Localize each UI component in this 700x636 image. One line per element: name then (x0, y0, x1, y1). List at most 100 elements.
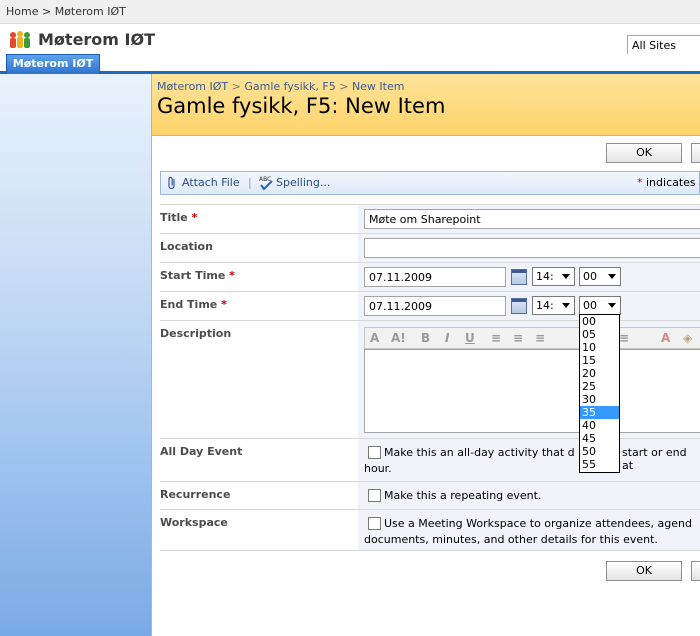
minute-option[interactable]: 50 (580, 445, 619, 458)
global-breadcrumb: Home > Møterom IØT (6, 5, 126, 18)
form-row-recurrence: Recurrence Make this a repeating event. (160, 481, 700, 509)
minute-option[interactable]: 40 (580, 419, 619, 432)
minute-option[interactable]: 20 (580, 367, 619, 380)
toolbar-divider: | (248, 176, 252, 189)
chevron-down-icon (562, 303, 570, 308)
site-people-icon (10, 31, 30, 48)
title-value-cell: Møte om Sharepoint (358, 205, 700, 233)
start-date-input[interactable]: 07.11.2009 (364, 267, 506, 287)
page-breadcrumb-current: New Item (351, 80, 405, 93)
chevron-down-icon (562, 274, 570, 279)
all-day-text-line1: Make this an all-day activity that d (384, 446, 575, 459)
bold-icon[interactable]: B (421, 331, 430, 345)
minute-option[interactable]: 45 (580, 432, 619, 445)
page-breadcrumb: Møterom IØT > Gamle fysikk, F5 > New Ite… (157, 80, 404, 93)
title-input[interactable]: Møte om Sharepoint (364, 209, 700, 229)
start-hour-select[interactable]: 14: (532, 267, 575, 286)
start-date-calendar-icon[interactable] (511, 269, 527, 285)
minute-option[interactable]: 25 (580, 380, 619, 393)
required-star: * (637, 176, 643, 189)
tab-moterom[interactable]: Møterom IØT (6, 54, 100, 74)
workspace-text-line1: Use a Meeting Workspace to organize atte… (384, 517, 692, 530)
align-left-icon[interactable]: ≡ (491, 331, 501, 345)
background-color-icon[interactable]: ◈ (683, 331, 692, 345)
end-minute-select[interactable]: 00 (579, 296, 621, 315)
form-row-title: Title * Møte om Sharepoint (160, 204, 700, 233)
site-title[interactable]: Møterom IØT (38, 30, 155, 49)
chevron-down-icon (608, 274, 616, 279)
recurrence-text: Make this a repeating event. (384, 489, 542, 502)
form-toolbar: Attach File | ABC Spelling... * indicate… (160, 171, 700, 195)
spelling-icon: ABC (259, 176, 273, 191)
spelling-button[interactable]: Spelling... (276, 176, 330, 189)
minute-option[interactable]: 35 (580, 406, 619, 419)
minute-option[interactable]: 30 (580, 393, 619, 406)
form-row-location: Location (160, 233, 700, 262)
rich-text-toolbar: A A! B I U ≡ ≡ ≡ ≡ A ◈ (364, 327, 700, 349)
end-hour-select[interactable]: 14: (532, 296, 575, 315)
italic-icon[interactable]: I (445, 331, 449, 345)
global-breadcrumb-bar: Home > Møterom IØT (0, 0, 700, 24)
start-time-label: Start Time * (160, 269, 235, 282)
page-title-area: Møterom IØT > Gamle fysikk, F5 > New Ite… (152, 74, 700, 136)
ok-button-top[interactable]: OK (606, 143, 682, 163)
breadcrumb-separator: > (41, 5, 52, 18)
location-label: Location (160, 240, 213, 253)
font-size-icon[interactable]: A! (391, 331, 406, 345)
form-row-start-time: Start Time * 07.11.2009 14: 00 (160, 262, 700, 291)
left-navigation (0, 74, 152, 636)
cancel-button-top[interactable] (691, 143, 700, 163)
end-time-value-cell: 07.11.2009 14: 00 (358, 292, 700, 320)
numbered-list-icon[interactable]: ≡ (619, 331, 629, 345)
end-time-label: End Time * (160, 298, 227, 311)
page-title: Gamle fysikk, F5: New Item (157, 94, 446, 118)
end-minute-dropdown-list[interactable]: 00 05 10 15 20 25 30 35 40 45 50 55 (579, 314, 620, 473)
align-right-icon[interactable]: ≡ (535, 331, 545, 345)
svg-text:ABC: ABC (259, 176, 271, 183)
ok-button-bottom[interactable]: OK (606, 561, 682, 581)
form-row-workspace: Workspace Use a Meeting Workspace to org… (160, 509, 700, 551)
breadcrumb-home-link[interactable]: Home (6, 5, 38, 18)
title-label: Title * (160, 211, 198, 224)
recurrence-value-cell: Make this a repeating event. (358, 482, 700, 509)
required-note-text: indicates a (646, 176, 700, 189)
workspace-checkbox[interactable] (368, 517, 381, 530)
start-minute-select[interactable]: 00 (579, 267, 621, 286)
minute-option[interactable]: 05 (580, 328, 619, 341)
minute-option[interactable]: 15 (580, 354, 619, 367)
all-day-label: All Day Event (160, 445, 243, 458)
required-fields-note: * indicates a (637, 176, 700, 189)
end-date-calendar-icon[interactable] (511, 298, 527, 314)
all-day-checkbox[interactable] (368, 446, 381, 459)
all-day-value-cell: Make this an all-day activity that d sta… (358, 439, 700, 481)
text-color-icon[interactable]: A (661, 331, 670, 345)
location-input[interactable] (364, 238, 700, 258)
top-nav-tabs: Møterom IØT (0, 54, 700, 74)
underline-icon[interactable]: U (465, 331, 475, 345)
search-scope-select[interactable]: All Sites (627, 35, 700, 55)
start-time-value-cell: 07.11.2009 14: 00 (358, 263, 700, 291)
workspace-label: Workspace (160, 516, 228, 529)
align-center-icon[interactable]: ≡ (513, 331, 523, 345)
page-breadcrumb-sep: > (231, 80, 241, 93)
end-date-input[interactable]: 07.11.2009 (364, 296, 506, 316)
font-icon[interactable]: A (370, 331, 379, 345)
minute-option[interactable]: 55 (580, 458, 619, 471)
minute-option[interactable]: 00 (580, 315, 619, 328)
page-breadcrumb-site[interactable]: Møterom IØT (157, 80, 228, 93)
workspace-value-cell: Use a Meeting Workspace to organize atte… (358, 510, 700, 550)
breadcrumb-site-link[interactable]: Møterom IØT (55, 5, 126, 18)
recurrence-checkbox[interactable] (368, 489, 381, 502)
page-breadcrumb-sep: > (339, 80, 349, 93)
cancel-button-bottom[interactable] (691, 561, 700, 581)
page-breadcrumb-list[interactable]: Gamle fysikk, F5 (244, 80, 335, 93)
chevron-down-icon (608, 303, 616, 308)
workspace-text-line2: documents, minutes, and other details fo… (364, 533, 658, 546)
paperclip-icon (168, 176, 175, 190)
description-editor[interactable] (364, 349, 700, 433)
attach-file-button[interactable]: Attach File (182, 176, 240, 189)
location-value-cell (358, 234, 700, 262)
recurrence-label: Recurrence (160, 488, 231, 501)
all-day-text-line2: hour. (364, 462, 392, 475)
minute-option[interactable]: 10 (580, 341, 619, 354)
